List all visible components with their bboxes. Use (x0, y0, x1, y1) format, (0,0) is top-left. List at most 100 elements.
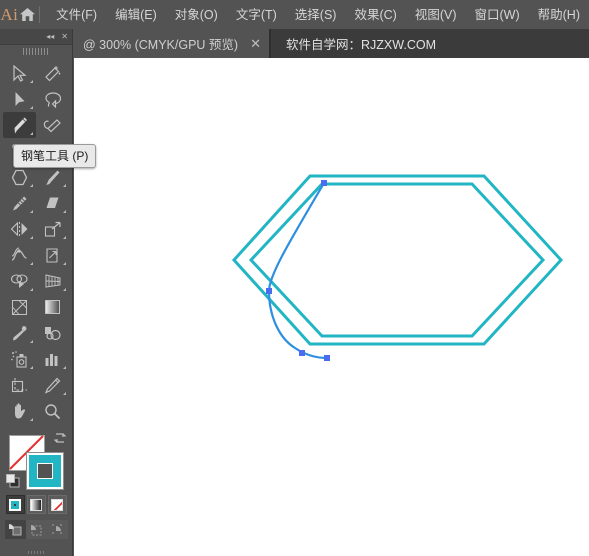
default-fill-stroke-icon[interactable] (6, 474, 20, 493)
pencil-tool-icon (13, 196, 27, 210)
menu-item-select[interactable]: 选择(S) (286, 3, 346, 27)
menu-divider (38, 6, 40, 23)
eyedropper-tool[interactable] (3, 320, 36, 346)
mesh-tool-icon (12, 299, 27, 315)
tools-panel-footer-grip[interactable] (0, 551, 73, 554)
zoom-tool[interactable] (36, 398, 69, 424)
draw-behind-button[interactable] (25, 520, 47, 539)
shape-builder-tool-icon (10, 274, 28, 288)
menu-item-view[interactable]: 视图(V) (406, 3, 466, 27)
artboard-tool-icon (11, 377, 27, 392)
tool-flyout-corner (63, 366, 66, 369)
document-tab-label: @ 300% (CMYK/GPU 预览) (83, 38, 239, 52)
tool-flyout-corner (30, 184, 33, 187)
tool-flyout-corner (30, 132, 33, 135)
menu-item-effect[interactable]: 效果(C) (345, 3, 405, 27)
perspective-grid-tool[interactable] (36, 268, 69, 294)
anchor-point[interactable] (321, 180, 327, 186)
eraser-tool-icon (46, 197, 59, 208)
pen-tool[interactable] (3, 112, 36, 138)
artwork-svg (231, 174, 564, 361)
document-tab[interactable]: @ 300% (CMYK/GPU 预览) ✕ (73, 29, 269, 58)
menu-item-object[interactable]: 对象(O) (166, 3, 227, 27)
home-icon[interactable] (19, 0, 37, 29)
color-mode-button[interactable] (5, 495, 25, 514)
app-logo: Ai (0, 4, 19, 24)
artboard-tool[interactable] (3, 372, 36, 398)
bezier-curve-path[interactable] (269, 183, 324, 291)
width-tool[interactable] (3, 242, 36, 268)
none-mode-slash (53, 501, 62, 510)
magic-wand-tool-icon (45, 65, 61, 81)
magic-wand-tool[interactable] (36, 60, 69, 86)
pencil-tool[interactable] (3, 190, 36, 216)
hand-tool[interactable] (3, 398, 36, 424)
perspective-grid-tool-icon (45, 274, 60, 288)
tool-flyout-corner (30, 106, 33, 109)
artboard-canvas[interactable] (74, 58, 589, 556)
scale-tool[interactable] (36, 216, 69, 242)
menu-item-list: 文件(F) 编辑(E) 对象(O) 文字(T) 选择(S) 效果(C) 视图(V… (47, 3, 589, 27)
collapse-panel-icon[interactable]: ◂◂ (46, 32, 54, 41)
free-transform-tool[interactable] (36, 242, 69, 268)
swap-fill-stroke-icon[interactable] (53, 432, 67, 450)
lasso-tool[interactable] (36, 86, 69, 112)
anchor-point[interactable] (266, 288, 272, 294)
close-panel-icon[interactable]: ✕ (61, 32, 68, 41)
draw-behind-icon (31, 525, 42, 536)
anchor-point[interactable] (324, 355, 330, 361)
tool-flyout-corner (63, 288, 66, 291)
swap-arrow-glyph (54, 433, 66, 443)
direct-selection-tool-icon (15, 91, 24, 106)
menu-item-type[interactable]: 文字(T) (227, 3, 286, 27)
direct-selection-tool[interactable] (3, 86, 36, 112)
mesh-tool[interactable] (3, 294, 36, 320)
close-icon[interactable]: ✕ (250, 37, 261, 50)
eraser-tool[interactable] (36, 190, 69, 216)
selection-tool[interactable] (3, 60, 36, 86)
grip-lines-icon (23, 48, 49, 55)
column-graph-tool-icon (45, 354, 58, 366)
tool-flyout-corner (30, 418, 33, 421)
menu-item-edit[interactable]: 编辑(E) (106, 3, 166, 27)
reflect-tool[interactable] (3, 216, 36, 242)
column-graph-tool[interactable] (36, 346, 69, 372)
menu-item-window[interactable]: 窗口(W) (466, 3, 529, 27)
footer-grip-dots-icon (27, 551, 46, 554)
paint-mode-buttons (0, 495, 72, 514)
draw-mode-buttons (0, 520, 72, 539)
blend-tool[interactable] (36, 320, 69, 346)
hand-tool-icon (14, 403, 25, 419)
tool-flyout-corner (63, 236, 66, 239)
menu-item-file[interactable]: 文件(F) (47, 3, 106, 27)
default-colors-glyph (6, 474, 20, 488)
menu-item-help[interactable]: 帮助(H) (529, 3, 589, 27)
stroke-swatch-inner (37, 463, 53, 479)
selection-tool-icon (13, 64, 27, 82)
document-tab-bar: @ 300% (CMYK/GPU 预览) ✕ 软件自学网：RJZXW.COM (0, 29, 589, 58)
inner-hexagon-path[interactable] (248, 182, 546, 338)
symbol-sprayer-tool[interactable] (3, 346, 36, 372)
stroke-swatch[interactable] (26, 452, 64, 490)
none-mode-button[interactable] (47, 495, 67, 514)
curvature-tool-icon (43, 118, 61, 132)
tools-panel-header[interactable]: ◂◂ ✕ (0, 29, 72, 45)
blend-tool-icon (45, 327, 61, 341)
slice-tool[interactable] (36, 372, 69, 398)
eyedropper-tool-icon (13, 325, 27, 340)
draw-normal-button[interactable] (4, 520, 26, 539)
draw-inside-button[interactable] (46, 520, 68, 539)
pen-tool-tooltip: 钢笔工具 (P) (13, 144, 97, 168)
reflect-tool-icon (10, 221, 28, 237)
gradient-mode-button[interactable] (26, 495, 46, 514)
tool-flyout-corner (63, 262, 66, 265)
outer-hexagon-path[interactable] (231, 174, 564, 346)
gradient-tool[interactable] (36, 294, 69, 320)
anchor-point[interactable] (299, 350, 305, 356)
width-tool-icon (11, 247, 27, 261)
tool-flyout-corner (30, 80, 33, 83)
tools-panel-grip[interactable] (0, 45, 72, 58)
home-icon-glyph (20, 8, 36, 21)
shape-builder-tool[interactable] (3, 268, 36, 294)
curvature-tool[interactable] (36, 112, 69, 138)
